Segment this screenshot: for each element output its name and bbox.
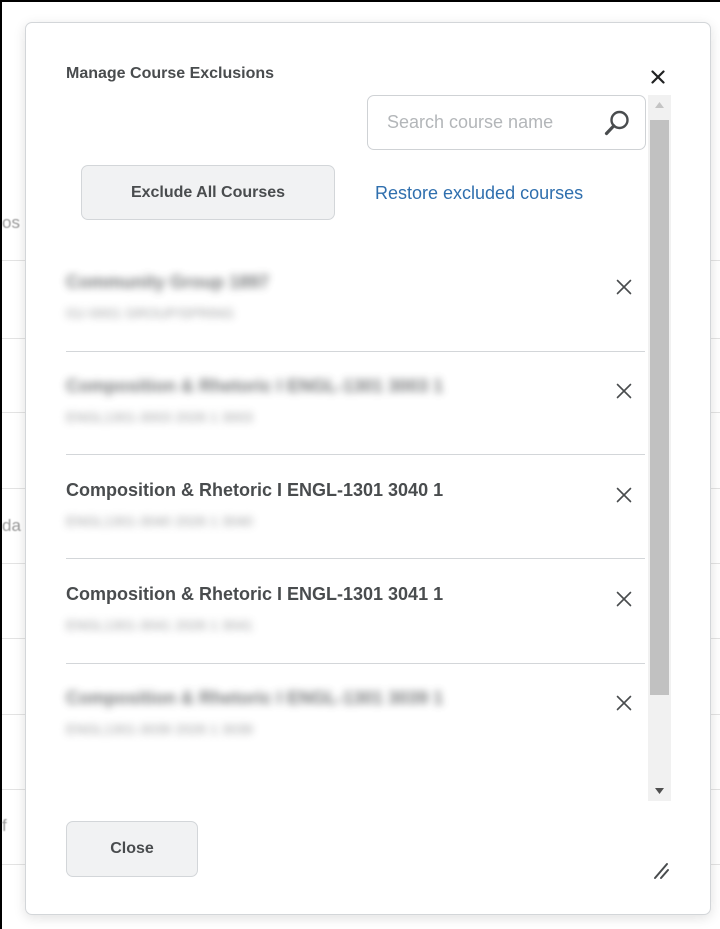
search-icon bbox=[604, 110, 629, 136]
remove-course-button[interactable] bbox=[612, 587, 636, 611]
remove-course-button[interactable] bbox=[612, 275, 636, 299]
course-detail: ENGL1301-3041 2026 1 3041 bbox=[66, 617, 253, 633]
excluded-course-list: Community Group 1897 01/-0001 GROUP/SPRI… bbox=[66, 247, 645, 767]
remove-course-button[interactable] bbox=[612, 691, 636, 715]
scroll-up-button[interactable] bbox=[648, 95, 671, 115]
course-row: Composition & Rhetoric I ENGL-1301 3040 … bbox=[66, 455, 645, 559]
background-text-fragment: os bbox=[2, 213, 20, 232]
background-text-fragment: f bbox=[2, 816, 7, 835]
course-name: Community Group 1897 bbox=[66, 272, 270, 292]
course-name: Composition & Rhetoric I ENGL-1301 3003 … bbox=[66, 376, 444, 396]
remove-course-button[interactable] bbox=[612, 483, 636, 507]
course-name: Composition & Rhetoric I ENGL-1301 3040 … bbox=[66, 480, 444, 500]
dialog-close-button[interactable] bbox=[646, 65, 670, 89]
scrollbar-thumb[interactable] bbox=[650, 120, 669, 695]
close-icon bbox=[616, 591, 632, 607]
close-icon bbox=[616, 487, 632, 503]
scroll-up-arrow-icon bbox=[655, 102, 664, 108]
course-row: Community Group 1897 01/-0001 GROUP/SPRI… bbox=[66, 247, 645, 352]
course-row: Composition & Rhetoric I ENGL-1301 3003 … bbox=[66, 351, 645, 455]
resize-handle-icon bbox=[654, 863, 669, 879]
resize-handle[interactable] bbox=[650, 859, 672, 881]
course-detail: ENGL1301-3003 2026 1 3003 bbox=[66, 409, 253, 425]
restore-excluded-courses-link[interactable]: Restore excluded courses bbox=[375, 183, 583, 204]
search-button[interactable] bbox=[600, 108, 634, 138]
close-button[interactable]: Close bbox=[66, 821, 198, 877]
background-frame-top bbox=[0, 0, 720, 2]
dialog-title: Manage Course Exclusions bbox=[66, 65, 275, 82]
close-icon bbox=[616, 695, 632, 711]
course-detail: ENGL1301-3040 2026 1 3040 bbox=[66, 513, 253, 529]
course-name: Composition & Rhetoric I ENGL-1301 3039 … bbox=[66, 688, 444, 708]
close-icon bbox=[616, 383, 632, 399]
course-row: Composition & Rhetoric I ENGL-1301 3039 … bbox=[66, 663, 645, 767]
course-detail: 01/-0001 GROUP/SPRING bbox=[66, 305, 235, 321]
remove-course-button[interactable] bbox=[612, 379, 636, 403]
course-detail: ENGL1301-3039 2026 1 3039 bbox=[66, 721, 253, 737]
course-search-box bbox=[367, 95, 646, 150]
background-text-fragment: da bbox=[2, 516, 21, 535]
scroll-down-arrow-icon bbox=[655, 788, 664, 794]
course-row: Composition & Rhetoric I ENGL-1301 3041 … bbox=[66, 559, 645, 664]
close-icon bbox=[616, 279, 632, 295]
close-icon bbox=[651, 70, 665, 84]
scroll-down-button[interactable] bbox=[648, 781, 671, 801]
exclude-all-courses-button[interactable]: Exclude All Courses bbox=[81, 165, 335, 220]
course-search-input[interactable] bbox=[368, 96, 593, 149]
list-scrollbar[interactable] bbox=[648, 95, 671, 801]
course-name: Composition & Rhetoric I ENGL-1301 3041 … bbox=[66, 584, 444, 604]
manage-course-exclusions-dialog: Manage Course Exclusions Exclude All Cou… bbox=[25, 22, 711, 915]
